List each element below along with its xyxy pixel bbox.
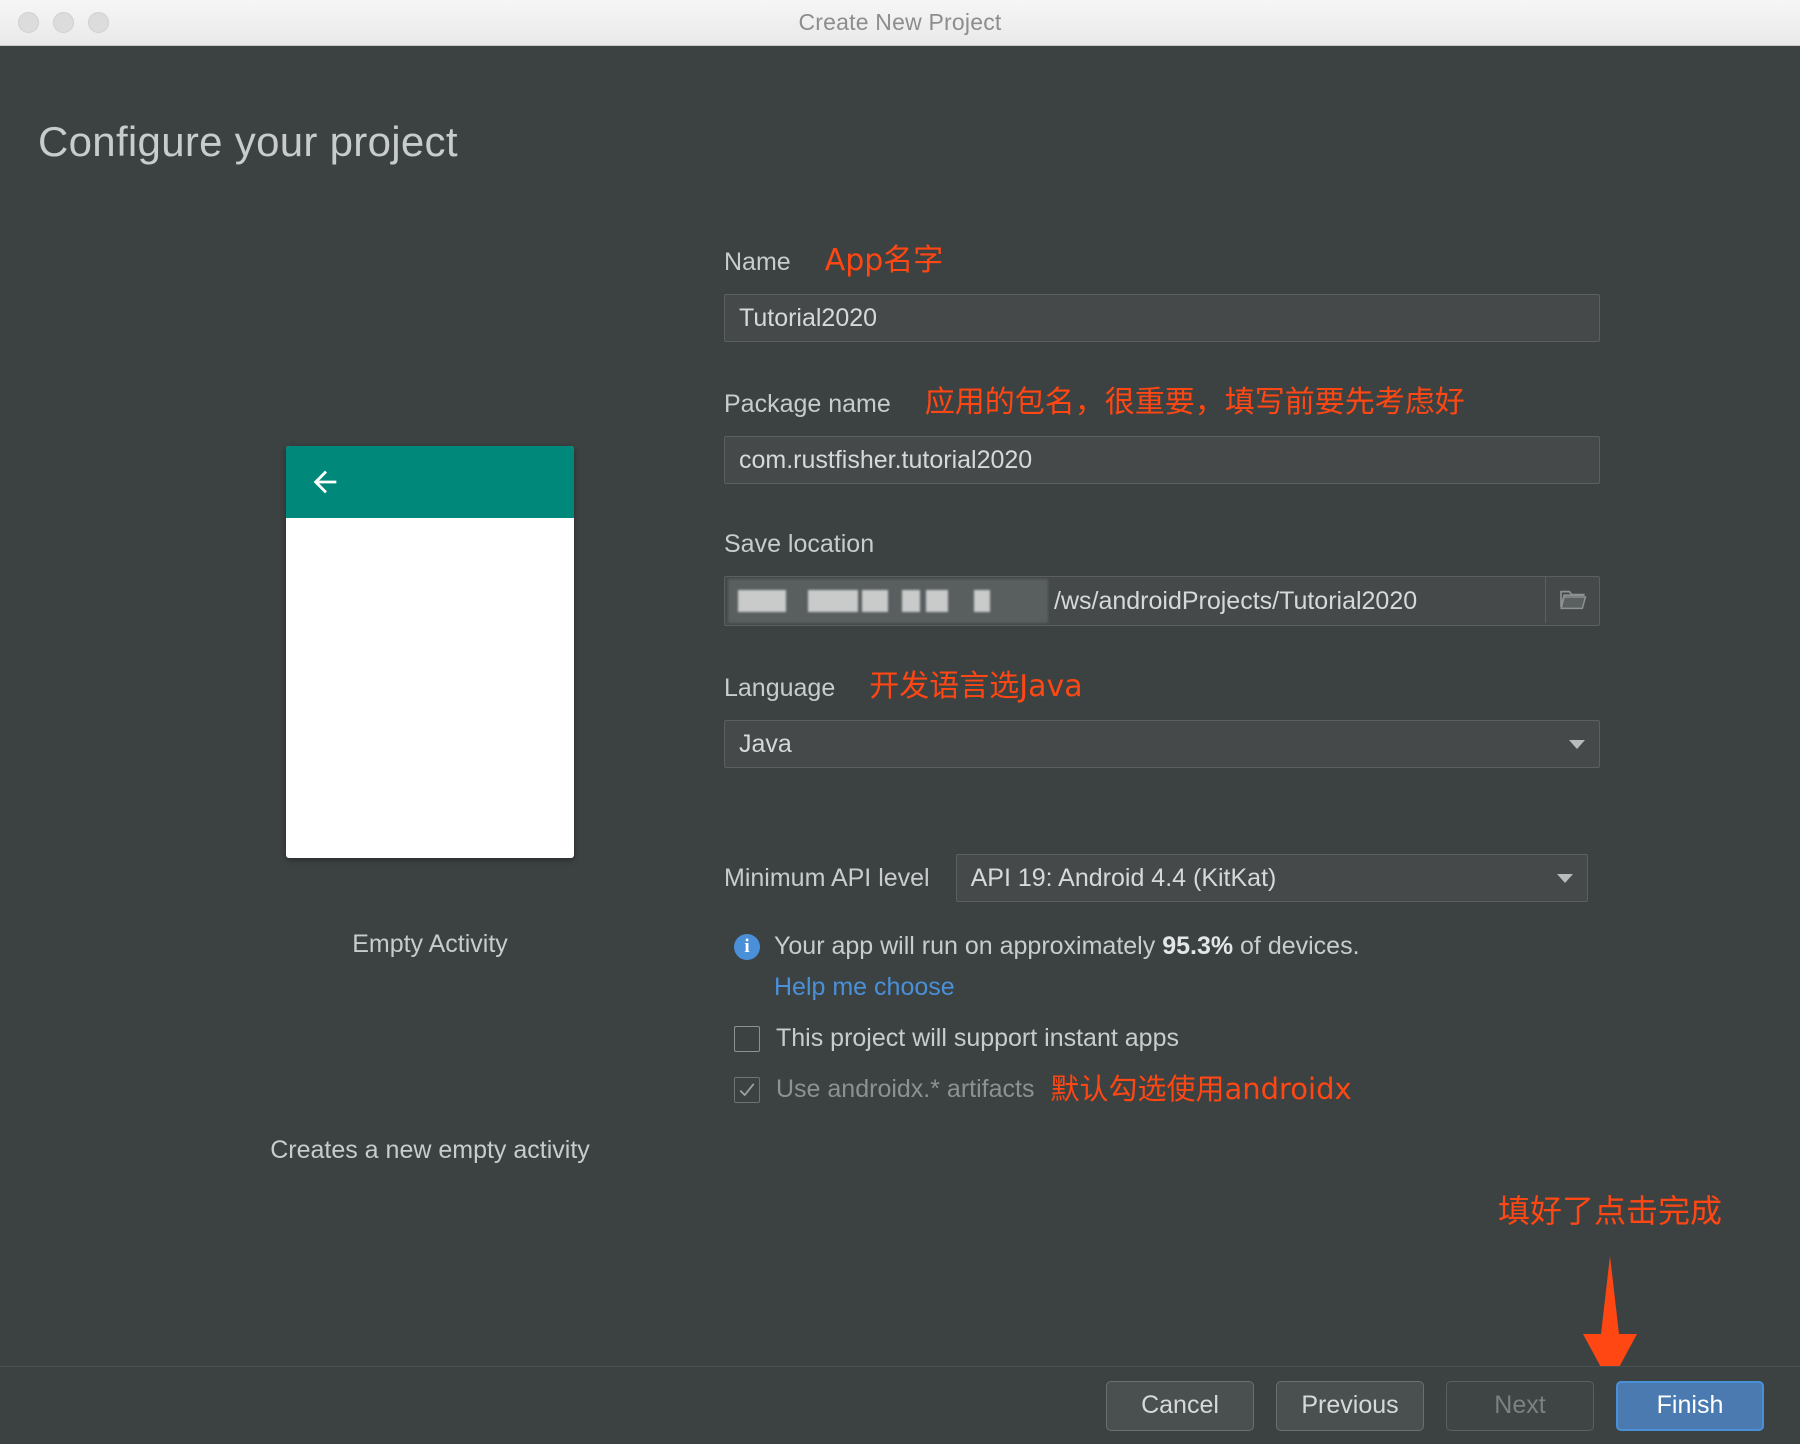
name-annotation: App名字 — [824, 243, 944, 278]
dialog-footer: Cancel Previous Next Finish — [0, 1366, 1800, 1444]
chevron-down-icon — [1569, 739, 1585, 749]
name-label: Name — [724, 248, 791, 276]
min-api-row: Minimum API level API 19: Android 4.4 (K… — [724, 854, 1604, 902]
language-label-row: Language 开发语言选Java — [724, 672, 1604, 703]
finish-hint-annotation: 填好了点击完成 — [1460, 1186, 1760, 1391]
min-api-label: Minimum API level — [724, 863, 930, 892]
name-input[interactable]: Tutorial2020 — [724, 294, 1600, 342]
package-name-input[interactable]: com.rustfisher.tutorial2020 — [724, 436, 1600, 484]
package-name-input-value: com.rustfisher.tutorial2020 — [739, 445, 1033, 474]
instant-apps-checkbox-row[interactable]: This project will support instant apps — [734, 1024, 1604, 1053]
language-select-value: Java — [739, 729, 792, 758]
finish-button[interactable]: Finish — [1616, 1380, 1764, 1431]
language-annotation: 开发语言选Java — [869, 669, 1083, 704]
template-name-label: Empty Activity — [352, 930, 508, 958]
min-api-select[interactable]: API 19: Android 4.4 (KitKat) — [955, 854, 1588, 902]
preview-appbar — [286, 446, 574, 518]
coverage-text-before: Your app will run on approximately — [774, 932, 1163, 960]
instant-apps-label: This project will support instant apps — [776, 1024, 1179, 1052]
project-config-form: Name App名字 Tutorial2020 Package name 应用的… — [724, 246, 1604, 1104]
create-new-project-window: Create New Project Configure your projec… — [0, 0, 1800, 1444]
activity-preview-card — [286, 446, 574, 858]
language-select[interactable]: Java — [724, 720, 1600, 768]
browse-folder-button[interactable] — [1545, 577, 1599, 623]
package-name-annotation: 应用的包名，很重要，填写前要先考虑好 — [924, 385, 1465, 420]
template-description: Creates a new empty activity — [270, 1136, 590, 1164]
device-coverage-text: Your app will run on approximately 95.3%… — [774, 932, 1360, 961]
help-me-choose-link[interactable]: Help me choose — [774, 973, 1604, 1002]
dialog-body: Configure your project Empty Activity Cr… — [0, 46, 1800, 1444]
info-icon: i — [734, 933, 760, 960]
window-titlebar: Create New Project — [0, 0, 1800, 46]
androidx-checkbox — [734, 1076, 760, 1103]
coverage-text-after: of devices. — [1233, 932, 1360, 960]
chevron-down-icon — [1556, 873, 1573, 883]
name-label-row: Name App名字 — [724, 246, 1604, 277]
package-name-label: Package name — [724, 390, 891, 418]
folder-icon — [1559, 590, 1586, 610]
redacted-path-mask — [728, 579, 1048, 623]
min-api-select-value: API 19: Android 4.4 (KitKat) — [970, 863, 1277, 892]
package-name-label-row: Package name 应用的包名，很重要，填写前要先考虑好 — [724, 388, 1604, 419]
cancel-button[interactable]: Cancel — [1106, 1380, 1254, 1431]
instant-apps-checkbox[interactable] — [734, 1025, 760, 1052]
arrow-back-icon — [313, 470, 337, 494]
window-title: Create New Project — [798, 9, 1002, 35]
coverage-percent: 95.3% — [1162, 932, 1234, 960]
save-location-row: /ws/androidProjects/Tutorial2020 — [724, 576, 1600, 626]
language-label: Language — [724, 674, 836, 702]
androidx-annotation: 默认勾选使用androidx — [1050, 1072, 1352, 1106]
checkmark-icon — [739, 1082, 755, 1096]
androidx-checkbox-row: Use androidx.* artifacts 默认勾选使用androidx — [734, 1075, 1604, 1104]
next-button: Next — [1446, 1380, 1594, 1431]
save-location-value: /ws/androidProjects/Tutorial2020 — [1054, 586, 1418, 615]
device-coverage-info: i Your app will run on approximately 95.… — [734, 932, 1604, 961]
save-location-label: Save location — [724, 530, 875, 558]
template-preview-panel: Empty Activity Creates a new empty activ… — [260, 446, 600, 1164]
save-location-label-row: Save location — [724, 530, 1604, 559]
name-input-value: Tutorial2020 — [739, 303, 878, 332]
finish-hint-text: 填好了点击完成 — [1497, 1192, 1722, 1230]
androidx-label: Use androidx.* artifacts — [776, 1075, 1035, 1103]
previous-button[interactable]: Previous — [1276, 1380, 1424, 1431]
page-title: Configure your project — [38, 118, 458, 165]
